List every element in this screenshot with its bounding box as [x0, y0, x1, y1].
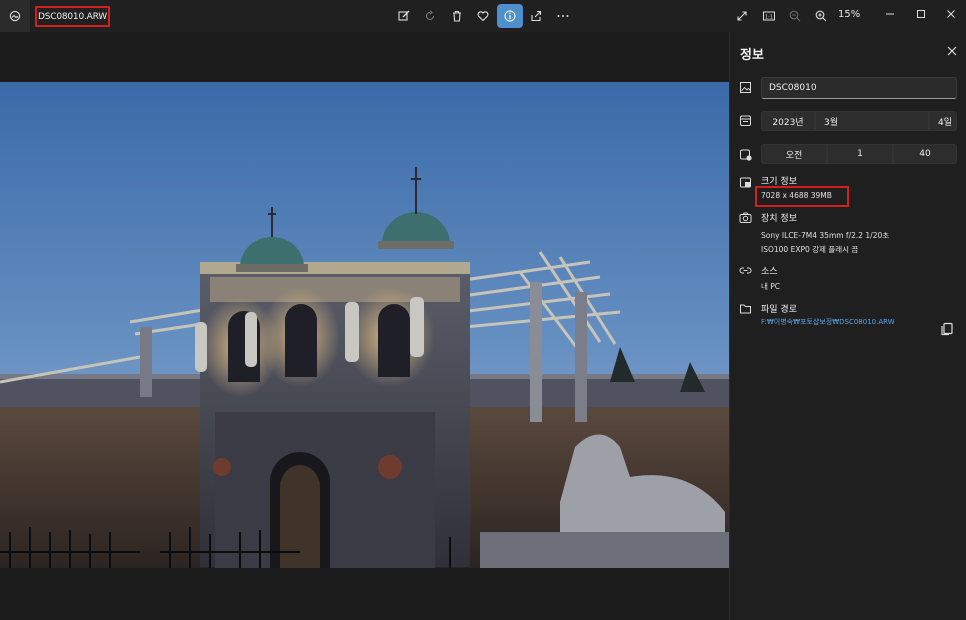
minimize-button[interactable]: [877, 4, 903, 24]
photo-image[interactable]: [0, 82, 729, 568]
date-month[interactable]: 3월: [815, 111, 929, 131]
actual-size-button[interactable]: 1:1: [756, 4, 782, 28]
favorite-button[interactable]: [470, 4, 496, 28]
time-ampm[interactable]: 오전: [761, 144, 827, 164]
file-path-link[interactable]: F:₩이병숙₩포토샵보정₩DSC08010.ARW: [761, 317, 895, 327]
close-panel-icon[interactable]: [945, 44, 959, 58]
zoom-level[interactable]: 15%: [838, 9, 860, 20]
date-year[interactable]: 2023년: [761, 111, 815, 131]
zoom-in-icon: [815, 10, 827, 22]
device-label: 장치 정보: [761, 214, 797, 224]
zoom-out-icon: [789, 10, 801, 22]
actual-size-icon: 1:1: [763, 11, 775, 21]
calendar-icon: [740, 115, 751, 126]
delete-icon: [453, 10, 461, 22]
delete-button[interactable]: [444, 4, 470, 28]
file-name-field[interactable]: DSC08010: [761, 77, 957, 99]
zoom-in-button[interactable]: [808, 4, 834, 28]
svg-text:1:1: 1:1: [765, 14, 773, 20]
share-icon: [531, 10, 542, 22]
favorite-icon: [477, 11, 489, 22]
share-button[interactable]: [523, 4, 549, 28]
maximize-icon: [917, 10, 925, 18]
close-window-button[interactable]: [938, 4, 964, 24]
fullscreen-icon: [737, 11, 747, 21]
time-minute[interactable]: 40: [893, 144, 957, 164]
rotate-button[interactable]: [417, 4, 443, 28]
photo-viewer[interactable]: [0, 32, 729, 620]
date-day[interactable]: 4일: [929, 111, 957, 131]
time-hour[interactable]: 1: [827, 144, 893, 164]
image-icon: [740, 82, 751, 93]
info-panel: 정보 DSC08010 2023년 3월 4일 오전 1 40 크기 정보 70…: [729, 32, 966, 620]
fullscreen-button[interactable]: [729, 4, 755, 28]
device-line1: Sony ILCE-7M4 35mm f/2.2 1/20초: [761, 231, 890, 240]
source-label: 소스: [761, 267, 778, 277]
folder-icon: [740, 304, 751, 314]
title-bar: DSC08010.ARW 1:1 15%: [0, 0, 966, 32]
camera-icon: [739, 212, 752, 223]
edit-icon: [398, 10, 410, 21]
panel-title: 정보: [740, 48, 764, 63]
rotate-icon: [425, 10, 435, 21]
close-icon: [947, 10, 955, 18]
maximize-button[interactable]: [908, 4, 934, 24]
minimize-icon: [886, 13, 894, 15]
image-size-icon: [740, 177, 751, 188]
info-button[interactable]: [497, 4, 523, 28]
more-icon: [557, 15, 569, 17]
copy-icon[interactable]: [939, 321, 955, 337]
path-label: 파일 경로: [761, 305, 797, 315]
edit-button[interactable]: [391, 4, 417, 28]
link-icon: [739, 267, 752, 274]
calendar-clock-icon: [740, 149, 752, 161]
source-value: 내 PC: [761, 282, 781, 291]
more-button[interactable]: [550, 4, 576, 28]
size-value: 7028 x 4688 39MB: [761, 191, 832, 200]
device-line2: ISO100 EXP0 강제 플래시 끔: [761, 245, 859, 254]
info-icon: [504, 10, 516, 22]
photos-app-icon[interactable]: [0, 0, 30, 32]
file-name-tab[interactable]: DSC08010.ARW: [35, 6, 110, 27]
zoom-out-button[interactable]: [782, 4, 808, 28]
